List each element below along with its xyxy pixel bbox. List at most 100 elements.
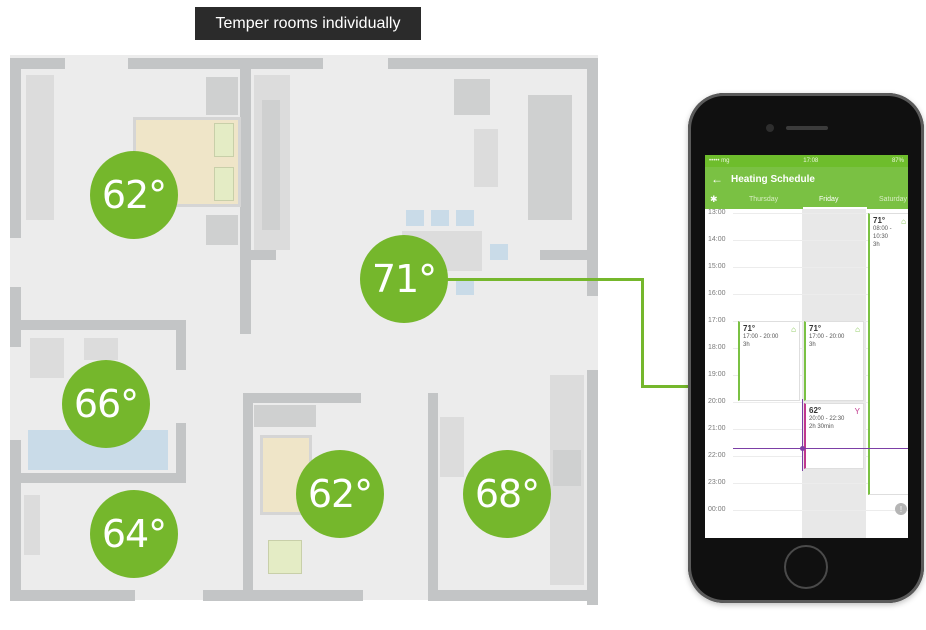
screen-title: Heating Schedule — [731, 173, 815, 185]
current-time-dot — [800, 446, 805, 451]
current-time-line — [733, 448, 908, 449]
small-room-temperature[interactable]: 64° — [90, 490, 178, 578]
schedule-grid: 13:00 14:00 15:00 16:00 17:00 18:00 19:0… — [705, 209, 908, 538]
home-icon: ⌂ — [791, 325, 796, 334]
wall — [10, 287, 21, 347]
time-label: 21:00 — [708, 425, 726, 432]
event-time-range: 08:00 - 10:30 — [873, 226, 892, 240]
event-time-range: 17:00 - 20:00 — [809, 334, 845, 340]
desk — [254, 405, 316, 427]
clock-label: 17:08 — [803, 158, 819, 164]
armchair — [454, 79, 490, 115]
pillow — [214, 167, 234, 201]
wall — [128, 58, 323, 69]
chair — [456, 210, 474, 226]
wall — [388, 58, 598, 69]
wall — [428, 590, 598, 601]
kids-room-temperature[interactable]: 62° — [296, 450, 384, 538]
event-temperature: 62° — [809, 406, 822, 415]
day-tabs: ✱ Thursday Friday Saturday — [705, 191, 908, 209]
time-label: 22:00 — [708, 452, 726, 459]
wall — [21, 473, 186, 483]
info-icon[interactable]: ! — [895, 503, 907, 515]
pillow — [214, 123, 234, 157]
wall — [176, 423, 186, 483]
schedule-event[interactable]: 62° Y 20:00 - 22:30 2h 30min — [804, 403, 864, 469]
speaker-grille — [786, 126, 828, 130]
bathroom-temperature[interactable]: 66° — [62, 360, 150, 448]
wall — [540, 250, 587, 260]
wall — [10, 590, 135, 601]
event-duration: 3h — [809, 342, 816, 348]
status-bar: ••••• mg 17:08 87% — [705, 155, 908, 167]
phone-screen: ••••• mg 17:08 87% ← Heating Schedule ✱ … — [705, 155, 908, 538]
wall — [240, 69, 251, 334]
sofa — [528, 95, 572, 220]
battery-label: 87% — [891, 158, 904, 164]
chair — [406, 210, 424, 226]
caption-banner: Temper rooms individually — [195, 7, 421, 40]
chair — [456, 279, 474, 295]
grid-line — [733, 510, 908, 511]
time-label: 19:00 — [708, 371, 726, 378]
wall — [587, 370, 598, 605]
fridge — [440, 417, 464, 477]
cocktail-icon: Y — [854, 407, 860, 416]
wall — [21, 320, 186, 330]
stove — [553, 450, 581, 486]
chair — [490, 244, 508, 260]
carrier-label: ••••• mg — [709, 158, 730, 164]
event-duration: 2h 30min — [809, 424, 834, 430]
wall — [587, 58, 598, 296]
armchair-green — [268, 540, 302, 574]
schedule-event[interactable]: 71° ⌂ 08:00 - 10:30 3h — [868, 213, 908, 495]
wall — [251, 250, 276, 260]
event-duration: 3h — [873, 242, 880, 248]
home-icon: ⌂ — [901, 217, 906, 226]
coffee-table — [474, 129, 498, 187]
time-label: 00:00 — [708, 506, 726, 513]
kitchen-temperature[interactable]: 68° — [463, 450, 551, 538]
smartphone: ••••• mg 17:08 87% ← Heating Schedule ✱ … — [688, 93, 924, 603]
back-arrow-icon[interactable]: ← — [711, 172, 723, 186]
toilet — [30, 338, 64, 378]
sink — [84, 338, 118, 360]
time-label: 20:00 — [708, 398, 726, 405]
wall — [10, 58, 21, 238]
home-icon: ⌂ — [855, 325, 860, 334]
wall — [243, 393, 361, 403]
settings-gear-icon[interactable]: ✱ — [710, 194, 718, 205]
current-time-marker — [802, 399, 803, 471]
wall — [10, 440, 21, 600]
connector-line — [641, 278, 644, 387]
time-label: 14:00 — [708, 236, 726, 243]
shelf-inner — [262, 100, 280, 230]
time-label: 13:00 — [708, 209, 726, 216]
wardrobe — [26, 75, 54, 220]
time-label: 15:00 — [708, 263, 726, 270]
wall — [243, 393, 253, 600]
floor-plan: 62° 71° 66° 64° 62° 68° — [10, 55, 598, 607]
wall — [428, 393, 438, 600]
tab-thursday[interactable]: Thursday — [749, 196, 778, 203]
schedule-event[interactable]: 71° ⌂ 17:00 - 20:00 3h — [804, 321, 864, 401]
home-button[interactable] — [784, 545, 828, 589]
connector-line — [440, 278, 643, 281]
event-temperature: 71° — [743, 324, 756, 333]
time-label: 16:00 — [708, 290, 726, 297]
nightstand — [206, 215, 238, 245]
chair — [431, 210, 449, 226]
schedule-event[interactable]: 71° ⌂ 17:00 - 20:00 3h — [738, 321, 800, 401]
living-room-temperature[interactable]: 71° — [360, 235, 448, 323]
wall — [203, 590, 363, 601]
time-label: 17:00 — [708, 317, 726, 324]
bedroom-temperature[interactable]: 62° — [90, 151, 178, 239]
tab-friday[interactable]: Friday — [819, 196, 838, 203]
time-label: 23:00 — [708, 479, 726, 486]
event-temperature: 71° — [809, 324, 822, 333]
event-time-range: 17:00 - 20:00 — [743, 334, 779, 340]
wall — [176, 330, 186, 370]
event-time-range: 20:00 - 22:30 — [809, 416, 845, 422]
tab-saturday[interactable]: Saturday — [879, 196, 907, 203]
event-duration: 3h — [743, 342, 750, 348]
